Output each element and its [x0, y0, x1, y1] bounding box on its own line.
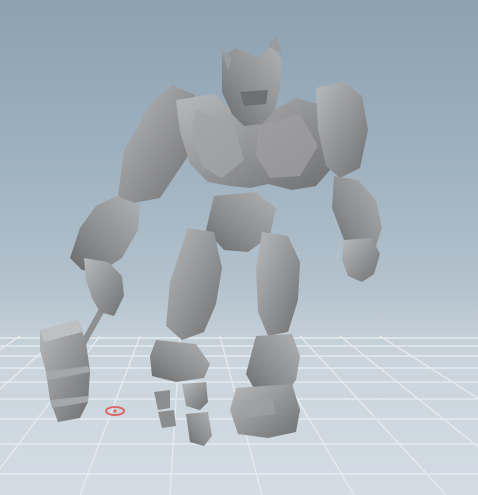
robot-right-thigh: [256, 232, 300, 336]
origin-marker: [105, 406, 125, 416]
robot-left-forearm: [70, 196, 140, 272]
robot-right-hand: [342, 238, 380, 282]
viewport-canvas[interactable]: [0, 0, 478, 495]
robot-left-foot-back: [154, 390, 170, 410]
robot-left-foot-toe: [186, 412, 212, 446]
robot-golem-model[interactable]: [40, 36, 382, 446]
robot-left-foot-front: [182, 382, 208, 410]
3d-viewport[interactable]: [0, 0, 478, 495]
robot-left-hand: [84, 258, 124, 316]
robot-left-thigh: [166, 228, 222, 340]
